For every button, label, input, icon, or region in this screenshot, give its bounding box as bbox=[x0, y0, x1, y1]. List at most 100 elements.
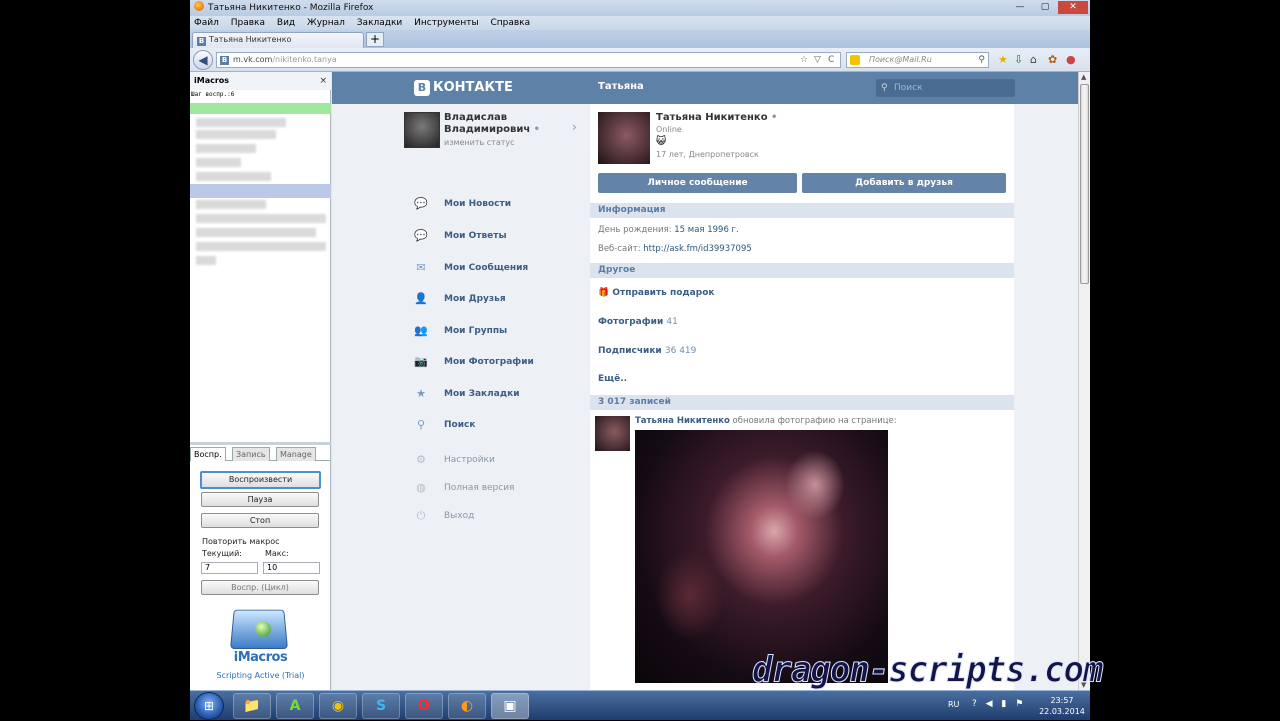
taskbar-chrome-icon[interactable]: ◉ bbox=[319, 693, 357, 719]
taskbar-firefox-icon[interactable]: ◐ bbox=[448, 693, 486, 719]
post-action-text: обновила фотографию на странице: bbox=[732, 416, 897, 426]
bookmarks-star-icon[interactable]: ★ bbox=[998, 54, 1008, 66]
page-scrollbar[interactable]: ▲ ▼ bbox=[1078, 72, 1090, 690]
my-name-text: Владислав Владимирович bbox=[444, 112, 531, 135]
download-icon[interactable]: ⇩ bbox=[1014, 54, 1023, 66]
menu-search[interactable]: ⚲ Поиск bbox=[414, 417, 476, 433]
vk-search-placeholder: Поиск bbox=[894, 83, 923, 93]
minimize-button[interactable]: — bbox=[1008, 1, 1032, 14]
url-bar[interactable]: B m.vk.com/nikitenko.tanya ☆ ▽ C bbox=[216, 52, 841, 68]
tray-icons[interactable]: ? ◀ ▮ ⚑ bbox=[972, 699, 1026, 709]
website-link[interactable]: http://ask.fm/id39937095 bbox=[643, 244, 751, 254]
clock-time: 23:57 bbox=[1050, 696, 1074, 705]
photo-shade bbox=[655, 550, 725, 640]
profile-avatar[interactable] bbox=[598, 112, 650, 164]
menu-edit[interactable]: Правка bbox=[231, 18, 265, 28]
new-tab-button[interactable]: + bbox=[366, 32, 384, 47]
chevron-right-icon[interactable]: › bbox=[572, 120, 577, 134]
navigation-bar: ◀ B m.vk.com/nikitenko.tanya ☆ ▽ C Поиск… bbox=[190, 48, 1090, 72]
tab-record[interactable]: Запись bbox=[232, 447, 270, 461]
send-message-button[interactable]: Личное сообщение bbox=[598, 173, 797, 193]
menu-help[interactable]: Справка bbox=[490, 18, 530, 28]
imacros-tabs: Воспр. Запись Manage bbox=[190, 447, 331, 461]
online-status: Online bbox=[656, 125, 682, 134]
vk-search-input[interactable]: ⚲ Поиск bbox=[876, 79, 1015, 97]
tab-manage[interactable]: Manage bbox=[276, 447, 316, 461]
play-step-text: Шаг воспр.:6 bbox=[191, 91, 235, 98]
menu-news[interactable]: 💬 Мои Новости bbox=[414, 196, 511, 212]
more-link[interactable]: Ещё.. bbox=[598, 374, 627, 384]
taskbar-skype-icon[interactable]: S bbox=[362, 693, 400, 719]
url-dropdown-icon[interactable]: ▽ bbox=[814, 53, 821, 67]
taskbar-app-a-icon[interactable]: A bbox=[276, 693, 314, 719]
tab-play[interactable]: Воспр. bbox=[190, 447, 226, 461]
menu-friends[interactable]: 👤 Мои Друзья bbox=[414, 291, 505, 307]
bookmark-star-icon[interactable]: ☆ bbox=[800, 53, 808, 67]
addon-icon-2[interactable]: ● bbox=[1066, 54, 1076, 66]
subscribers-link[interactable]: Подписчики 36 419 bbox=[598, 346, 696, 356]
post-author-link[interactable]: Татьяна Никитенко bbox=[635, 416, 730, 426]
menu-bar: Файл Правка Вид Журнал Закладки Инструме… bbox=[190, 16, 1090, 30]
menu-settings[interactable]: ⚙ Настройки bbox=[414, 452, 495, 468]
taskbar-explorer-icon[interactable]: 📁 bbox=[233, 693, 271, 719]
menu-bookmarks-label: Мои Закладки bbox=[444, 389, 520, 399]
reload-icon[interactable]: C bbox=[828, 53, 834, 67]
menu-full-version[interactable]: ◍ Полная версия bbox=[414, 480, 514, 496]
stop-button[interactable]: Стоп bbox=[201, 513, 319, 528]
vk-logo[interactable]: B КОНТАКТЕ bbox=[414, 80, 513, 96]
send-gift-link[interactable]: 🎁 Отправить подарок bbox=[598, 288, 714, 298]
tab-vk-profile[interactable]: B Татьяна Никитенко bbox=[192, 32, 364, 48]
scroll-up-icon[interactable]: ▲ bbox=[1081, 73, 1086, 81]
language-indicator[interactable]: RU bbox=[948, 700, 959, 709]
menu-messages[interactable]: ✉ Мои Сообщения bbox=[414, 260, 528, 276]
close-button[interactable]: ✕ bbox=[1058, 1, 1088, 14]
macro-selected-row[interactable] bbox=[190, 184, 331, 198]
play-loop-button[interactable]: Воспр. (Цикл) bbox=[201, 580, 319, 595]
add-friend-button[interactable]: Добавить в друзья bbox=[802, 173, 1006, 193]
addon-icon[interactable]: ✿ bbox=[1048, 54, 1057, 66]
change-status-link[interactable]: изменить статус bbox=[444, 138, 515, 147]
my-avatar[interactable] bbox=[404, 112, 440, 148]
my-name[interactable]: Владислав Владимирович • bbox=[444, 112, 554, 136]
macro-line-blurred bbox=[196, 172, 271, 181]
post-photo[interactable] bbox=[635, 430, 888, 683]
clock[interactable]: 23:57 22.03.2014 bbox=[1034, 695, 1090, 717]
menu-logout-label: Выход bbox=[444, 511, 475, 521]
firefox-window: Татьяна Никитенко - Mozilla Firefox — ▢ … bbox=[190, 0, 1090, 690]
max-loop-input[interactable]: 10 bbox=[263, 562, 320, 574]
online-dot-icon: • bbox=[771, 112, 778, 123]
search-input[interactable]: Поиск@Mail.Ru ⚲ bbox=[846, 52, 989, 68]
play-button[interactable]: Воспроизвести bbox=[200, 471, 321, 489]
search-icon[interactable]: ⚲ bbox=[978, 53, 985, 67]
url-host: m.vk.com bbox=[233, 55, 273, 64]
maximize-button[interactable]: ▢ bbox=[1033, 1, 1057, 14]
back-button[interactable]: ◀ bbox=[193, 50, 213, 70]
menu-history[interactable]: Журнал bbox=[307, 18, 345, 28]
menu-answers[interactable]: 💬 Мои Ответы bbox=[414, 228, 506, 244]
menu-tools[interactable]: Инструменты bbox=[414, 18, 478, 28]
photos-link[interactable]: Фотографии 41 bbox=[598, 317, 678, 327]
menu-bookmarks[interactable]: ★ Мои Закладки bbox=[414, 386, 520, 402]
menu-view[interactable]: Вид bbox=[277, 18, 295, 28]
close-icon[interactable]: × bbox=[319, 72, 327, 90]
vk-favicon-icon: B bbox=[197, 37, 206, 46]
messages-icon: ✉ bbox=[416, 261, 426, 274]
taskbar-active-app-icon[interactable]: ▣ bbox=[491, 693, 529, 719]
menu-groups-label: Мои Группы bbox=[444, 326, 508, 336]
window-title: Татьяна Никитенко - Mozilla Firefox bbox=[208, 3, 374, 13]
menu-logout[interactable]: ⏻ Выход bbox=[414, 508, 475, 524]
panel-splitter[interactable] bbox=[190, 442, 331, 445]
menu-bookmarks[interactable]: Закладки bbox=[357, 18, 403, 28]
scrollbar-thumb[interactable] bbox=[1080, 84, 1089, 284]
menu-photos[interactable]: 📷 Мои Фотографии bbox=[414, 354, 534, 370]
home-icon[interactable]: ⌂ bbox=[1030, 54, 1037, 66]
current-loop-input[interactable]: 7 bbox=[201, 562, 258, 574]
pause-button[interactable]: Пауза bbox=[201, 492, 319, 507]
birthday-value[interactable]: 15 мая 1996 г. bbox=[674, 225, 738, 235]
post-author-avatar[interactable] bbox=[595, 416, 630, 451]
menu-groups[interactable]: 👥 Мои Группы bbox=[414, 323, 507, 339]
menu-file[interactable]: Файл bbox=[194, 18, 219, 28]
taskbar-opera-icon[interactable]: O bbox=[405, 693, 443, 719]
post-header: Татьяна Никитенко обновила фотографию на… bbox=[635, 416, 897, 426]
start-button[interactable]: ⊞ bbox=[194, 692, 224, 720]
